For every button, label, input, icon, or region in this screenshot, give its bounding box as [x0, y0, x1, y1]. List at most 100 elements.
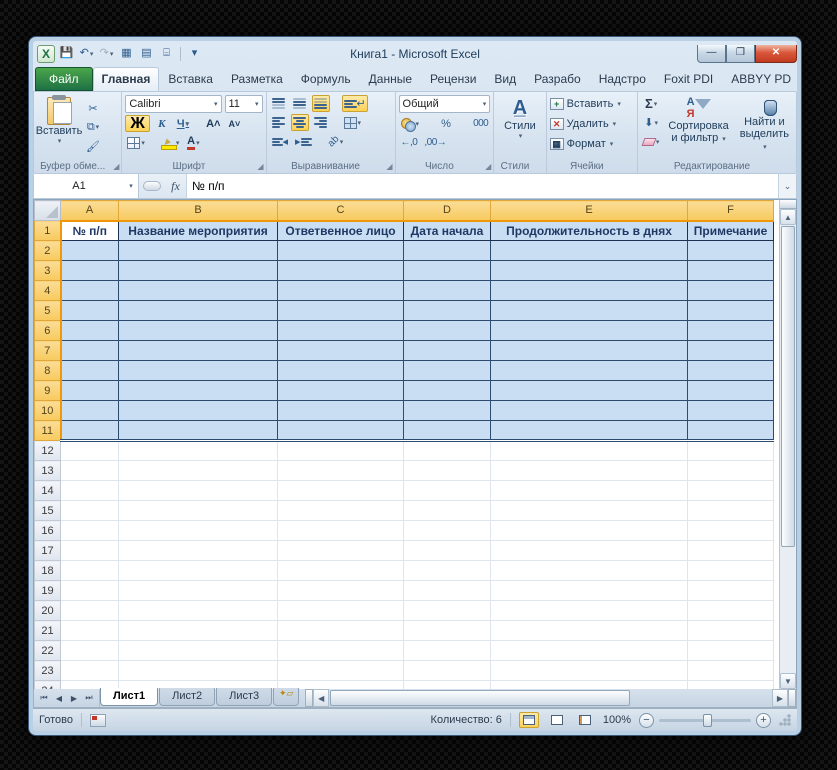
underline-button[interactable]: Ч▾ — [174, 115, 192, 132]
excel-logo-icon[interactable]: X — [37, 45, 55, 63]
sheet-tab-2[interactable]: Лист2 — [159, 688, 215, 706]
resize-grip[interactable] — [779, 714, 791, 726]
column-header-A[interactable]: A — [61, 201, 119, 221]
calculator-icon[interactable]: ⌸ — [158, 45, 175, 62]
row-header-3[interactable]: 3 — [35, 261, 61, 281]
paste-button[interactable]: Вставить▾ — [37, 95, 81, 159]
row-header-14[interactable]: 14 — [35, 481, 61, 501]
cell-B13[interactable] — [119, 461, 278, 481]
formula-input[interactable]: № п/п — [187, 174, 778, 198]
cell-D10[interactable] — [404, 401, 491, 421]
wrap-text-button[interactable]: ↵ — [342, 95, 368, 112]
cell-B15[interactable] — [119, 501, 278, 521]
tab-foxit[interactable]: Foxit PDI — [655, 67, 722, 91]
row-header-21[interactable]: 21 — [35, 621, 61, 641]
tab-data[interactable]: Данные — [360, 67, 421, 91]
sort-filter-button[interactable]: АЯ Сортировка и фильтр ▾ — [664, 95, 732, 159]
cell-E24[interactable] — [491, 681, 688, 690]
row-header-18[interactable]: 18 — [35, 561, 61, 581]
row-header-15[interactable]: 15 — [35, 501, 61, 521]
insert-sheet-icon[interactable]: ✦▱ — [273, 688, 299, 706]
zoom-level[interactable]: 100% — [603, 714, 631, 726]
cell-D20[interactable] — [404, 601, 491, 621]
align-top-button[interactable] — [270, 95, 288, 112]
cell-A7[interactable] — [61, 341, 119, 361]
row-header-20[interactable]: 20 — [35, 601, 61, 621]
row-header-4[interactable]: 4 — [35, 281, 61, 301]
cell-C21[interactable] — [278, 621, 404, 641]
row-header-22[interactable]: 22 — [35, 641, 61, 661]
cell-F3[interactable] — [688, 261, 774, 281]
copy-icon[interactable]: ⧉▾ — [84, 119, 102, 136]
cell-styles-button[interactable]: A̲ Стили ▾ — [497, 95, 542, 159]
row-header-12[interactable]: 12 — [35, 441, 61, 461]
increase-indent-button[interactable]: ▸ — [293, 133, 314, 150]
page-break-view-button[interactable] — [575, 712, 595, 728]
row-header-13[interactable]: 13 — [35, 461, 61, 481]
row-header-9[interactable]: 9 — [35, 381, 61, 401]
cell-D14[interactable] — [404, 481, 491, 501]
horizontal-scroll-thumb[interactable] — [330, 690, 630, 706]
cell-E20[interactable] — [491, 601, 688, 621]
last-sheet-icon[interactable]: ⏭ — [82, 693, 96, 703]
cell-F10[interactable] — [688, 401, 774, 421]
orientation-button[interactable]: ab▾ — [326, 133, 346, 150]
next-sheet-icon[interactable]: ▶ — [67, 694, 81, 703]
tab-formulas[interactable]: Формуль — [292, 67, 360, 91]
cell-C18[interactable] — [278, 561, 404, 581]
cell-A1[interactable]: № п/п — [61, 221, 119, 241]
cell-B16[interactable] — [119, 521, 278, 541]
cell-A11[interactable] — [61, 421, 119, 441]
row-header-2[interactable]: 2 — [35, 241, 61, 261]
row-header-17[interactable]: 17 — [35, 541, 61, 561]
cell-A16[interactable] — [61, 521, 119, 541]
cell-F5[interactable] — [688, 301, 774, 321]
number-dialog-launcher[interactable]: ◢ — [485, 162, 491, 171]
undo-icon[interactable]: ↶▾ — [78, 45, 95, 62]
cell-A23[interactable] — [61, 661, 119, 681]
macro-record-icon[interactable] — [90, 714, 106, 727]
row-header-7[interactable]: 7 — [35, 341, 61, 361]
cell-E1[interactable]: Продолжительность в днях — [491, 221, 688, 241]
cell-C10[interactable] — [278, 401, 404, 421]
font-size-select[interactable]: 11▾ — [225, 95, 263, 113]
first-sheet-icon[interactable]: ⏮ — [37, 693, 51, 703]
cell-D1[interactable]: Дата начала — [404, 221, 491, 241]
row-header-1[interactable]: 1 — [35, 221, 61, 241]
cell-F11[interactable] — [688, 421, 774, 441]
cell-F1[interactable]: Примечание — [688, 221, 774, 241]
vertical-scroll-thumb[interactable] — [781, 226, 795, 547]
cell-F9[interactable] — [688, 381, 774, 401]
cell-E19[interactable] — [491, 581, 688, 601]
cell-B9[interactable] — [119, 381, 278, 401]
tab-page-layout[interactable]: Разметка — [222, 67, 292, 91]
bold-button[interactable]: Ж — [125, 115, 149, 132]
row-header-11[interactable]: 11 — [35, 421, 61, 441]
insert-cells-button[interactable]: +Вставить▾ — [550, 95, 634, 113]
cell-D2[interactable] — [404, 241, 491, 261]
column-header-F[interactable]: F — [688, 201, 774, 221]
cell-F18[interactable] — [688, 561, 774, 581]
cell-F16[interactable] — [688, 521, 774, 541]
cell-C7[interactable] — [278, 341, 404, 361]
increase-decimal-button[interactable]: ←,0 — [399, 134, 420, 151]
cell-B21[interactable] — [119, 621, 278, 641]
cell-D17[interactable] — [404, 541, 491, 561]
cell-E4[interactable] — [491, 281, 688, 301]
cell-D4[interactable] — [404, 281, 491, 301]
cell-C12[interactable] — [278, 441, 404, 461]
cell-D9[interactable] — [404, 381, 491, 401]
cell-F7[interactable] — [688, 341, 774, 361]
cell-E2[interactable] — [491, 241, 688, 261]
vertical-scrollbar[interactable]: ▲ ▼ — [779, 200, 796, 689]
tab-review[interactable]: Рецензи — [421, 67, 485, 91]
scroll-right-icon[interactable]: ▶ — [772, 689, 788, 707]
cell-C11[interactable] — [278, 421, 404, 441]
cell-E8[interactable] — [491, 361, 688, 381]
cell-E13[interactable] — [491, 461, 688, 481]
decrease-decimal-button[interactable]: ,00→ — [422, 134, 448, 151]
zoom-in-icon[interactable]: + — [756, 713, 771, 728]
format-painter-icon[interactable]: 🖌 — [84, 138, 102, 155]
cell-E18[interactable] — [491, 561, 688, 581]
cell-A12[interactable] — [61, 441, 119, 461]
